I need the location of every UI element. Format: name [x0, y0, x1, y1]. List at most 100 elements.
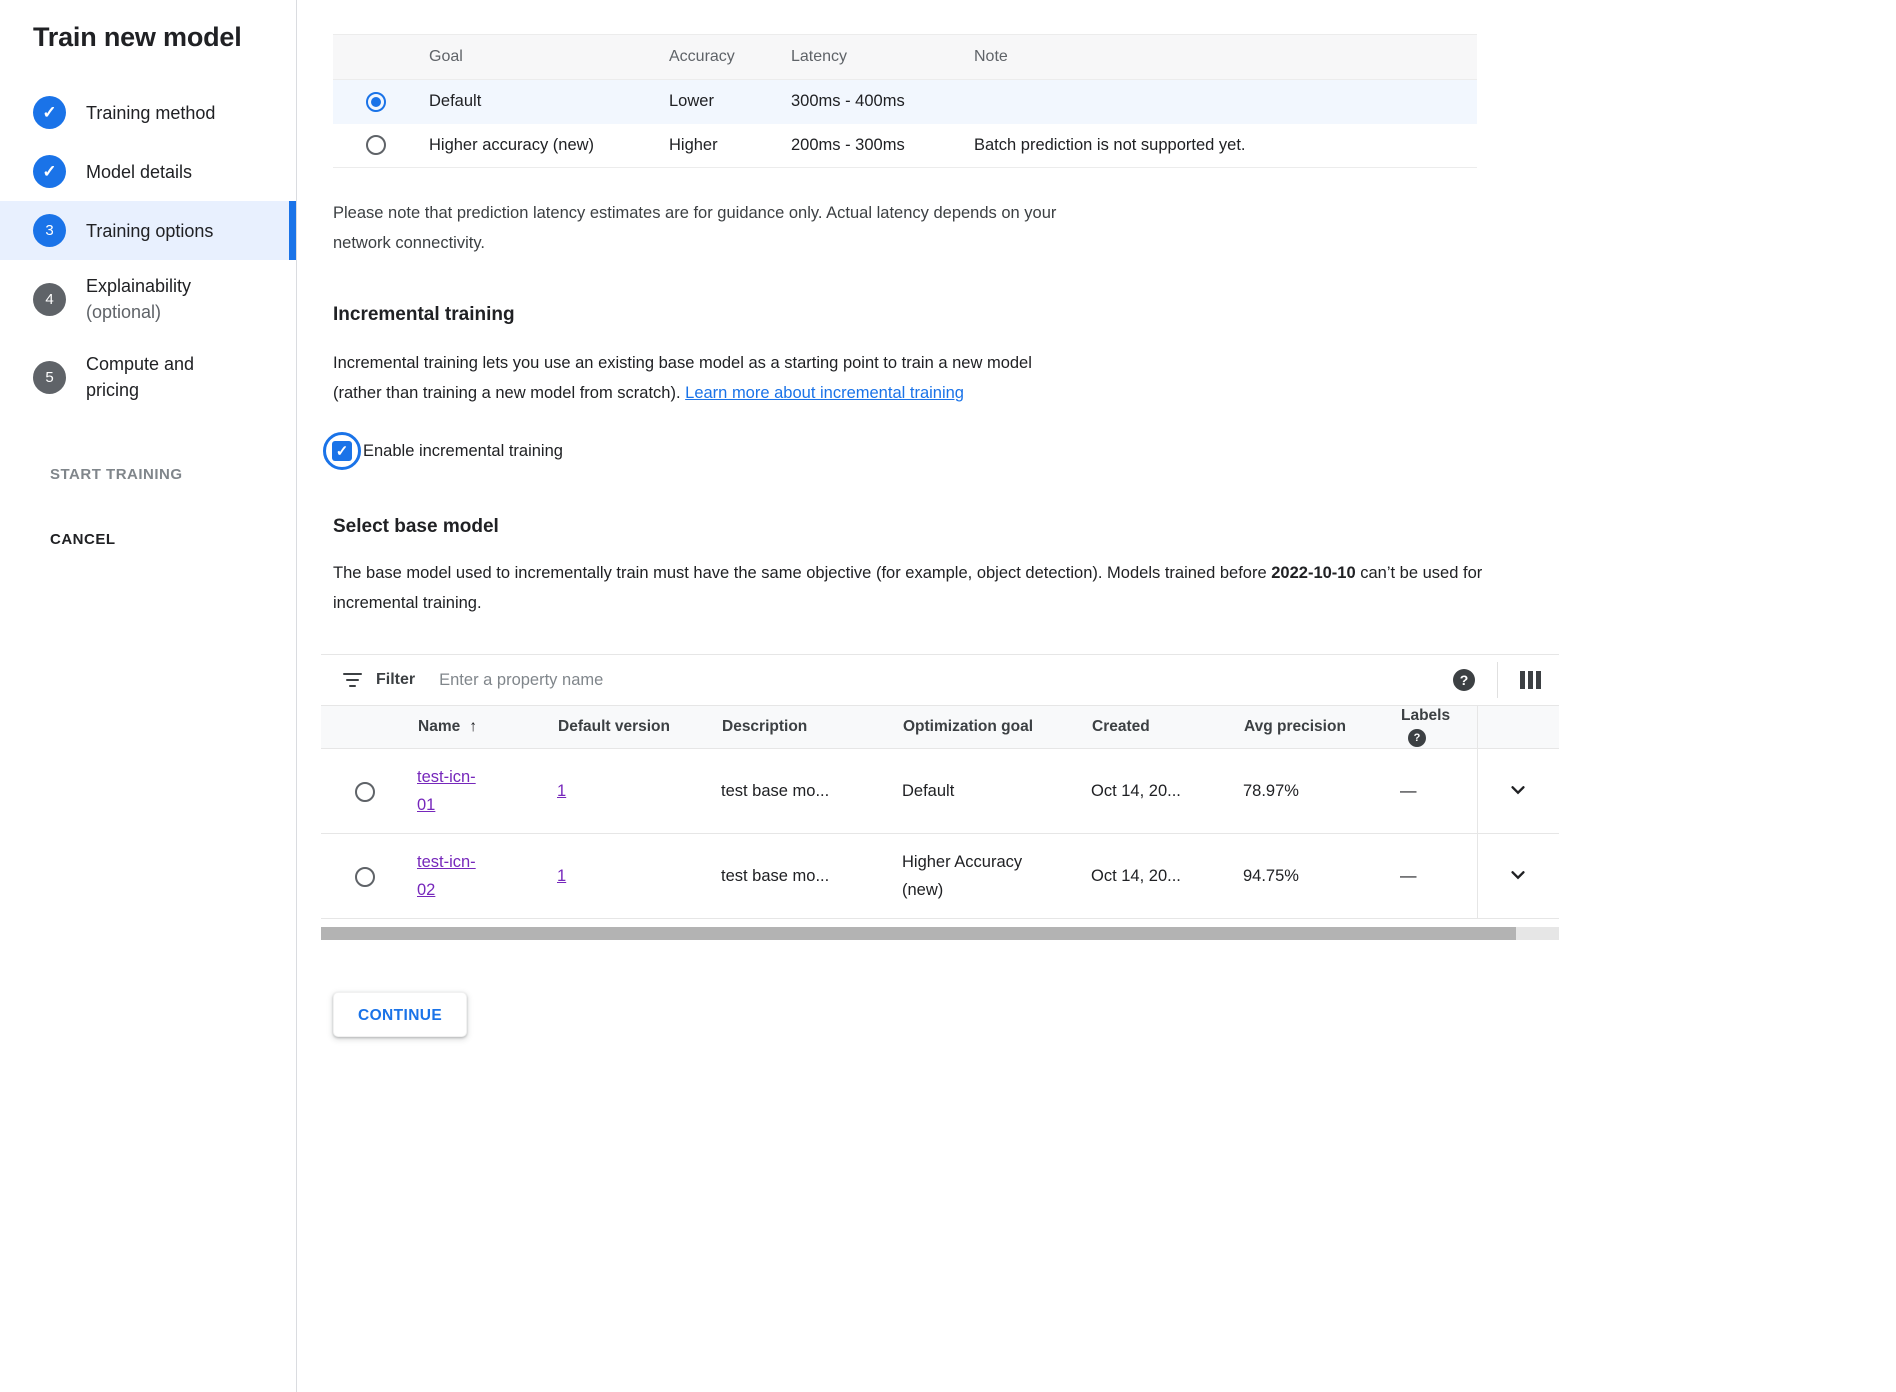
sidebar-item-training-method[interactable]: ✓ Training method — [0, 83, 296, 142]
column-header-labels: Labels? — [1400, 706, 1477, 749]
accuracy-cell: Higher — [668, 124, 790, 168]
note-cell: Batch prediction is not supported yet. — [973, 124, 1477, 168]
description-cell: test base mo... — [721, 834, 902, 919]
step-label-explainability: Explainability — [86, 276, 191, 296]
select-base-model-heading: Select base model — [333, 516, 1856, 538]
created-cell: Oct 14, 20... — [1091, 834, 1243, 919]
goal-row-default[interactable]: Default Lower 300ms - 400ms — [333, 80, 1477, 124]
continue-button[interactable]: CONTINUE — [333, 992, 467, 1037]
goal-row-higher-accuracy[interactable]: Higher accuracy (new) Higher 200ms - 300… — [333, 124, 1477, 168]
sidebar-actions: START TRAINING CANCEL — [50, 466, 296, 548]
main-content: Goal Accuracy Latency Note Default Lower… — [297, 0, 1896, 1392]
scrollbar-thumb[interactable] — [321, 927, 1516, 940]
sidebar-item-compute-and-pricing[interactable]: 5 Compute and pricing — [0, 338, 296, 416]
radio-goal-higher-accuracy[interactable] — [366, 135, 386, 155]
column-display-options-icon[interactable] — [1520, 671, 1541, 689]
step-sublabel-optional: (optional) — [86, 302, 161, 322]
column-header-description: Description — [721, 706, 902, 749]
check-icon: ✓ — [336, 442, 349, 460]
cancel-button[interactable]: CANCEL — [50, 531, 116, 548]
expand-row-button[interactable] — [1499, 771, 1537, 812]
avg-precision-cell: 94.75% — [1243, 834, 1400, 919]
labels-cell: — — [1400, 749, 1477, 834]
incremental-training-heading: Incremental training — [333, 304, 1856, 326]
column-header-avg-precision: Avg precision — [1243, 706, 1400, 749]
incremental-training-description: Incremental training lets you use an exi… — [333, 348, 1083, 408]
help-icon[interactable]: ? — [1453, 669, 1475, 691]
radio-goal-default[interactable] — [366, 92, 386, 112]
chevron-down-icon — [1505, 862, 1531, 888]
model-radio-column-header — [321, 706, 417, 749]
labels-cell: — — [1400, 834, 1477, 919]
stepper: ✓ Training method ✓ Model details 3 Trai… — [0, 83, 296, 416]
note-cell — [973, 80, 1477, 124]
enable-incremental-training-row: ✓ Enable incremental training — [323, 432, 1856, 470]
goal-cell: Default — [428, 80, 668, 124]
model-name-link[interactable]: test-icn-02 — [417, 848, 493, 904]
goal-cell: Higher accuracy (new) — [428, 124, 668, 168]
step-label-training-method: Training method — [86, 100, 215, 126]
train-new-model-page: Train new model ✓ Training method ✓ Mode… — [0, 0, 1896, 1392]
column-header-default-version: Default version — [557, 706, 721, 749]
base-model-table-block: Filter ? Name↑ Default version Des — [321, 654, 1559, 940]
column-header-created: Created — [1091, 706, 1243, 749]
optimization-goal-cell: Default — [902, 749, 1091, 834]
default-version-link[interactable]: 1 — [557, 867, 566, 885]
latency-cell: 200ms - 300ms — [790, 124, 973, 168]
enable-incremental-training-checkbox[interactable]: ✓ — [332, 441, 352, 461]
optimization-goal-cell: Higher Accuracy (new) — [902, 848, 1037, 904]
avg-precision-cell: 78.97% — [1243, 749, 1400, 834]
stepper-sidebar: Train new model ✓ Training method ✓ Mode… — [0, 0, 297, 1392]
divider — [1497, 662, 1498, 698]
checkbox-focus-ring: ✓ — [323, 432, 361, 470]
description-cell: test base mo... — [721, 749, 902, 834]
goal-table: Goal Accuracy Latency Note Default Lower… — [333, 34, 1477, 168]
accuracy-cell: Lower — [668, 80, 790, 124]
base-model-table: Name↑ Default version Description Optimi… — [321, 706, 1559, 919]
filter-icon — [343, 673, 362, 688]
sidebar-item-training-options[interactable]: 3 Training options — [0, 201, 296, 260]
sidebar-item-model-details[interactable]: ✓ Model details — [0, 142, 296, 201]
step-number-icon: 4 — [33, 283, 66, 316]
step-label-model-details: Model details — [86, 159, 192, 185]
goal-radio-column-header — [333, 35, 428, 80]
checkbox-label: Enable incremental training — [363, 442, 563, 461]
sidebar-item-explainability[interactable]: 4 Explainability (optional) — [0, 260, 296, 338]
row-expand-column-header — [1477, 706, 1559, 749]
model-row-test-icn-02[interactable]: test-icn-02 1 test base mo... Higher Acc… — [321, 834, 1559, 919]
page-title: Train new model — [33, 22, 296, 53]
cutoff-date: 2022-10-10 — [1271, 564, 1355, 582]
filter-label: Filter — [376, 671, 415, 689]
step-number-icon: 3 — [33, 214, 66, 247]
latency-disclaimer: Please note that prediction latency esti… — [333, 198, 1073, 258]
default-version-link[interactable]: 1 — [557, 782, 566, 800]
step-label-compute-and-pricing: Compute and pricing — [86, 351, 236, 403]
base-model-description: The base model used to incrementally tra… — [333, 558, 1548, 618]
start-training-button[interactable]: START TRAINING — [50, 466, 183, 483]
column-header-goal: Goal — [428, 35, 668, 80]
goal-table-header-row: Goal Accuracy Latency Note — [333, 35, 1477, 80]
expand-row-button[interactable] — [1499, 856, 1537, 897]
radio-model-test-icn-01[interactable] — [355, 782, 375, 802]
sort-ascending-icon[interactable]: ↑ — [469, 718, 477, 735]
model-row-test-icn-01[interactable]: test-icn-01 1 test base mo... Default Oc… — [321, 749, 1559, 834]
model-table-header-row: Name↑ Default version Description Optimi… — [321, 706, 1559, 749]
learn-more-link[interactable]: Learn more about incremental training — [685, 384, 964, 402]
column-header-optimization-goal: Optimization goal — [902, 706, 1091, 749]
step-number-icon: 5 — [33, 361, 66, 394]
filter-bar: Filter ? — [321, 654, 1559, 706]
step-label-training-options: Training options — [86, 218, 213, 244]
column-header-latency: Latency — [790, 35, 973, 80]
created-cell: Oct 14, 20... — [1091, 749, 1243, 834]
check-icon: ✓ — [33, 96, 66, 129]
column-header-accuracy: Accuracy — [668, 35, 790, 80]
horizontal-scrollbar[interactable] — [321, 927, 1559, 940]
model-name-link[interactable]: test-icn-01 — [417, 763, 493, 819]
latency-cell: 300ms - 400ms — [790, 80, 973, 124]
column-header-name[interactable]: Name↑ — [417, 706, 557, 749]
chevron-down-icon — [1505, 777, 1531, 803]
column-header-note: Note — [973, 35, 1477, 80]
labels-help-icon[interactable]: ? — [1408, 729, 1426, 747]
radio-model-test-icn-02[interactable] — [355, 867, 375, 887]
filter-input[interactable] — [437, 670, 1453, 691]
